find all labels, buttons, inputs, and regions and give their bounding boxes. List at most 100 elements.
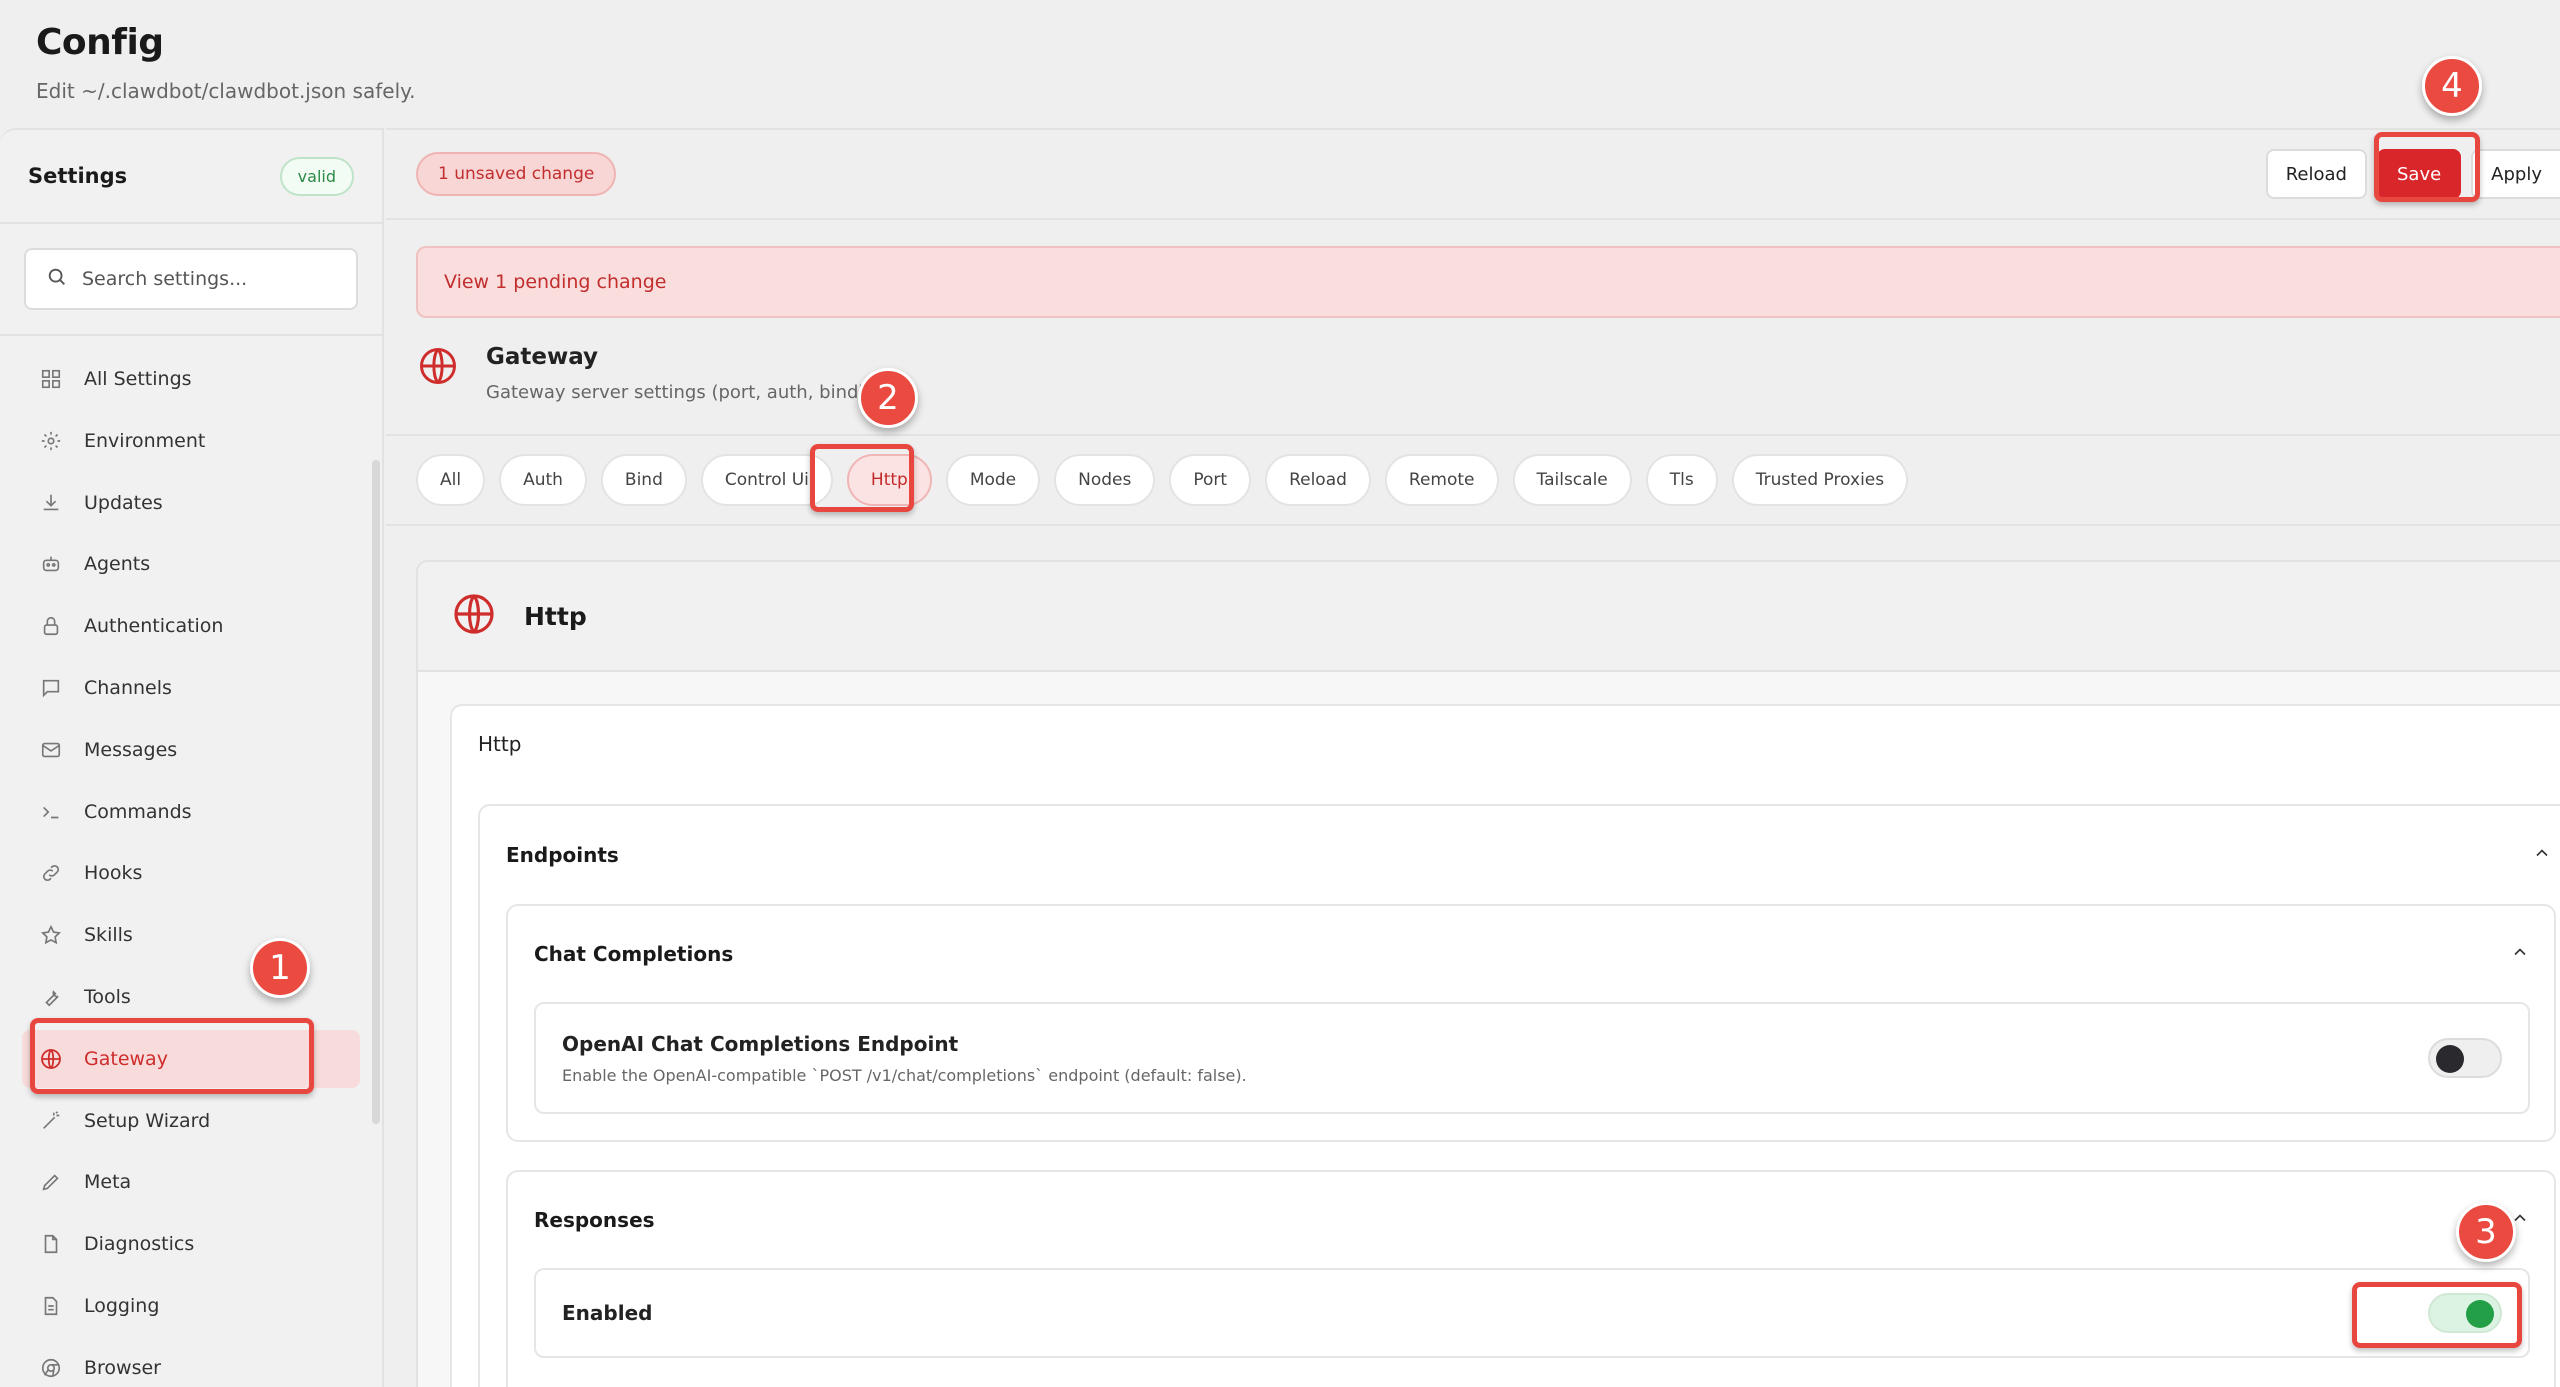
sidebar-item-all-settings[interactable]: All Settings [22, 350, 360, 408]
sidebar-item-hooks[interactable]: Hooks [22, 844, 360, 902]
http-object: Http Endpoints Chat Completions OpenAI C… [450, 704, 2560, 1387]
tab-port[interactable]: Port [1169, 454, 1252, 506]
sidebar-item-gateway[interactable]: Gateway [22, 1029, 360, 1088]
tab-http[interactable]: Http [846, 454, 932, 506]
tab-tailscale[interactable]: Tailscale [1512, 454, 1632, 506]
responses-group: Responses Enabled [506, 1170, 2556, 1387]
browser-icon [38, 1355, 64, 1381]
group-title: Endpoints [506, 843, 619, 867]
sidebar-item-logging[interactable]: Logging [22, 1277, 360, 1335]
card-title: Http [524, 601, 587, 631]
tab-bar: All Auth Bind Control Ui Http Mode Nodes… [386, 436, 2560, 526]
tab-trusted-proxies[interactable]: Trusted Proxies [1731, 454, 1909, 506]
sidebar-item-environment[interactable]: Environment [22, 412, 360, 470]
sub-title: Responses [534, 1208, 655, 1232]
document-icon [38, 1293, 64, 1319]
search-icon [46, 266, 68, 292]
sidebar-header: Settings valid [0, 130, 382, 224]
search-input[interactable] [82, 268, 336, 290]
sidebar-item-label: Logging [84, 1294, 160, 1317]
sidebar-item-browser[interactable]: Browser [22, 1339, 360, 1387]
annotation-badge-1: 1 [250, 938, 310, 998]
sidebar-nav: All Settings Environment Updates Agents … [0, 336, 382, 1387]
responses-enabled-field: Enabled [534, 1268, 2530, 1358]
status-badge: valid [279, 156, 354, 196]
sidebar-item-skills[interactable]: Skills [22, 906, 360, 964]
sidebar: Settings valid All Settings Environment … [0, 128, 384, 1387]
page-title: Config [36, 22, 164, 63]
tab-reload[interactable]: Reload [1265, 454, 1371, 506]
star-icon [38, 922, 64, 948]
sidebar-item-authentication[interactable]: Authentication [22, 597, 360, 655]
apply-button[interactable]: Apply [2471, 149, 2560, 199]
tab-bind[interactable]: Bind [600, 454, 687, 506]
mail-icon [38, 737, 64, 763]
sidebar-item-label: Tools [84, 985, 131, 1008]
sidebar-item-messages[interactable]: Messages [22, 721, 360, 779]
section-title: Gateway [486, 344, 599, 370]
tab-auth[interactable]: Auth [499, 454, 587, 506]
tab-mode[interactable]: Mode [945, 454, 1041, 506]
tab-control-ui[interactable]: Control Ui [700, 454, 833, 506]
sidebar-item-label: Setup Wizard [84, 1109, 211, 1132]
terminal-icon [38, 799, 64, 825]
download-icon [38, 490, 64, 516]
sidebar-item-channels[interactable]: Channels [22, 659, 360, 717]
reload-button[interactable]: Reload [2265, 149, 2367, 199]
chevron-up-icon[interactable] [2510, 942, 2530, 967]
sidebar-item-tools[interactable]: Tools [22, 968, 360, 1026]
section-description: Gateway server settings (port, auth, bin… [486, 382, 875, 403]
sidebar-scrollbar[interactable] [372, 460, 380, 1124]
sidebar-title: Settings [28, 164, 128, 188]
sidebar-item-label: Environment [84, 429, 206, 452]
sidebar-item-meta[interactable]: Meta [22, 1153, 360, 1211]
globe-icon [38, 1046, 64, 1072]
pen-icon [38, 1169, 64, 1195]
endpoints-group: Endpoints Chat Completions OpenAI Chat C… [478, 804, 2560, 1387]
pending-changes-banner[interactable]: View 1 pending change [416, 246, 2560, 318]
inner-title: Http [478, 732, 522, 756]
field-label: Enabled [562, 1301, 653, 1325]
chat-completions-field: OpenAI Chat Completions Endpoint Enable … [534, 1002, 2530, 1114]
sidebar-item-commands[interactable]: Commands [22, 783, 360, 841]
chevron-up-icon[interactable] [2532, 843, 2552, 868]
sidebar-item-label: Messages [84, 738, 178, 761]
gear-icon [38, 428, 64, 454]
wand-icon [38, 1108, 64, 1134]
robot-icon [38, 551, 64, 577]
lock-icon [38, 613, 64, 639]
grid-icon [38, 366, 64, 392]
sidebar-item-agents[interactable]: Agents [22, 535, 360, 593]
search-box[interactable] [24, 248, 358, 310]
chat-completions-header[interactable]: Chat Completions [508, 906, 2554, 1002]
sidebar-item-updates[interactable]: Updates [22, 474, 360, 532]
endpoints-header[interactable]: Endpoints [480, 806, 2560, 904]
tab-tls[interactable]: Tls [1645, 454, 1718, 506]
responses-enabled-toggle[interactable] [2428, 1293, 2502, 1333]
sidebar-item-diagnostics[interactable]: Diagnostics [22, 1215, 360, 1273]
globe-icon [450, 590, 498, 642]
sidebar-item-label: Diagnostics [84, 1233, 195, 1256]
chat-completions-toggle[interactable] [2428, 1038, 2502, 1078]
sidebar-item-label: Agents [84, 553, 151, 576]
page-header: Config Edit ~/.clawdbot/clawdbot.json sa… [36, 22, 415, 103]
tab-all[interactable]: All [416, 454, 486, 506]
sidebar-item-label: Meta [84, 1171, 132, 1194]
toggle-knob [2436, 1045, 2464, 1073]
globe-icon [416, 344, 460, 392]
sidebar-item-label: Commands [84, 800, 192, 823]
tab-nodes[interactable]: Nodes [1054, 454, 1156, 506]
sidebar-item-label: Browser [84, 1356, 161, 1379]
sidebar-item-label: Authentication [84, 615, 224, 638]
sidebar-item-setup-wizard[interactable]: Setup Wizard [22, 1092, 360, 1150]
annotation-badge-3: 3 [2456, 1202, 2516, 1262]
responses-header[interactable]: Responses [508, 1172, 2554, 1268]
sidebar-item-label: Hooks [84, 862, 143, 885]
page-subtitle: Edit ~/.clawdbot/clawdbot.json safely. [36, 79, 416, 103]
sidebar-item-label: Channels [84, 676, 172, 699]
annotation-badge-2: 2 [858, 368, 918, 428]
card-header: Http [418, 562, 2560, 672]
main-panel: 1 unsaved change Reload Save Apply View … [386, 128, 2560, 1387]
tab-remote[interactable]: Remote [1384, 454, 1499, 506]
save-button[interactable]: Save [2376, 149, 2462, 199]
